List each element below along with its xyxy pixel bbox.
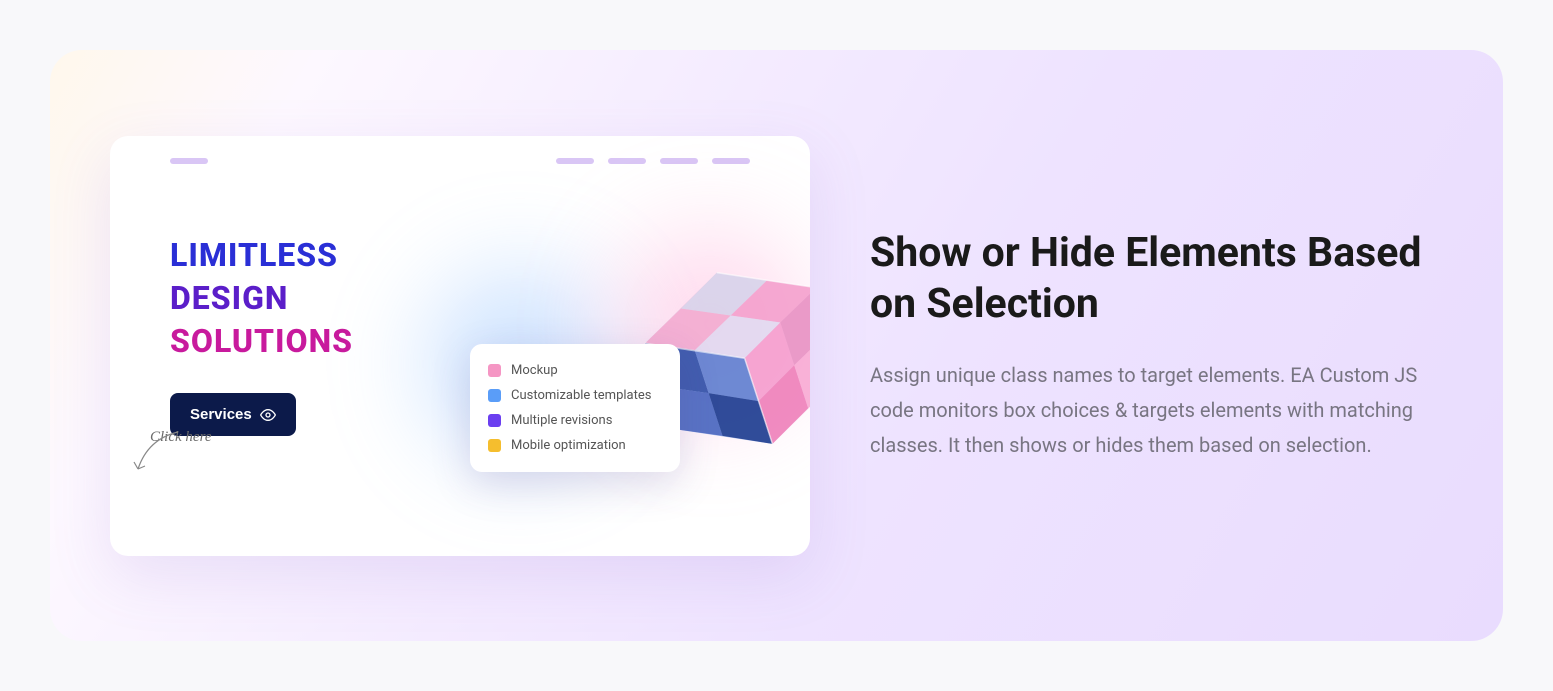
hero-line-1: LIMITLESS [170,234,353,277]
feature-label: Mockup [511,363,558,378]
feature-item: Mobile optimization [488,433,662,458]
color-swatch-icon [488,414,501,427]
eye-icon [260,407,276,423]
color-swatch-icon [488,364,501,377]
color-swatch-icon [488,439,501,452]
arrow-icon [128,424,188,484]
feature-item: Mockup [488,358,662,383]
text-column: Show or Hide Elements Based on Selection… [870,228,1453,464]
section-description: Assign unique class names to target elem… [870,358,1433,463]
color-swatch-icon [488,389,501,402]
hero-line-2: DESIGN [170,277,353,320]
hero-visual: Mockup Customizable templates Multiple r… [410,184,810,544]
section-title: Show or Hide Elements Based on Selection [870,228,1433,331]
feature-label: Customizable templates [511,388,651,403]
preview-card: LIMITLESS DESIGN SOLUTIONS Services Clic… [110,136,810,556]
feature-popup: Mockup Customizable templates Multiple r… [470,344,680,472]
feature-section: LIMITLESS DESIGN SOLUTIONS Services Clic… [50,50,1503,641]
services-button-label: Services [190,406,252,423]
feature-label: Multiple revisions [511,413,612,428]
feature-label: Mobile optimization [511,438,626,453]
hero-line-3: SOLUTIONS [170,320,353,363]
hero-title: LIMITLESS DESIGN SOLUTIONS [170,234,353,364]
feature-item: Multiple revisions [488,408,662,433]
nav-placeholder [110,136,810,164]
feature-item: Customizable templates [488,383,662,408]
